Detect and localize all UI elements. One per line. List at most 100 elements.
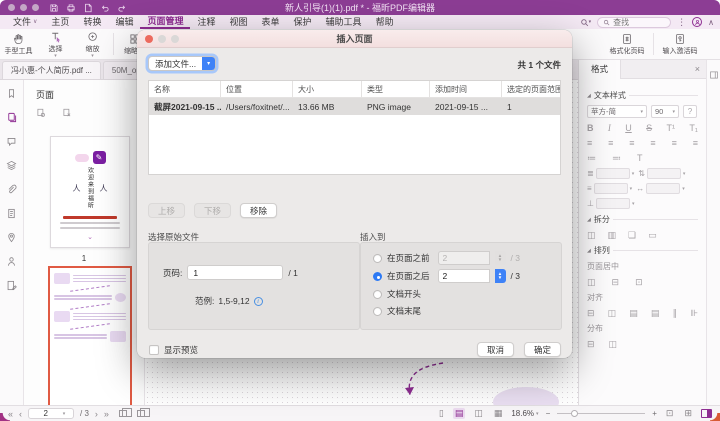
comments-icon[interactable] <box>6 136 17 147</box>
font-size-select[interactable]: 90▾ <box>651 105 679 118</box>
save-icon[interactable] <box>49 3 59 13</box>
after-page-stepper[interactable]: ▲▼ <box>495 269 506 283</box>
file-table-row-selected[interactable]: 截屏2021-09-15 ... /Users/foxitnet/... 13.… <box>149 98 560 115</box>
new-document-icon[interactable] <box>83 3 93 13</box>
col-location[interactable]: 位置 <box>221 81 293 97</box>
dialog-close-button[interactable] <box>145 35 153 43</box>
zoom-slider[interactable] <box>557 413 645 414</box>
distribute-horizontal-icon[interactable]: ◫ <box>609 339 618 349</box>
continuous-view-icon[interactable]: ▤ <box>453 408 466 419</box>
form-panel-icon[interactable] <box>6 280 17 291</box>
close-icon[interactable]: × <box>695 64 700 74</box>
ok-button[interactable]: 确定 <box>524 342 561 357</box>
radio-after-page[interactable] <box>373 272 382 281</box>
fullscreen-icon[interactable]: ⊞ <box>682 408 694 419</box>
facing-view-icon[interactable]: ◫ <box>472 408 485 419</box>
previous-page-icon[interactable]: ‹ <box>19 409 22 419</box>
page-1-thumbnail[interactable]: ✎ 人 欢迎来到福昕 人 ⌄ <box>50 136 130 248</box>
select-tool-button[interactable]: 选择 ▾ <box>37 29 74 59</box>
center-both-icon[interactable]: ⊡ <box>635 277 643 287</box>
page-range-input[interactable] <box>187 265 283 280</box>
redo-icon[interactable] <box>117 3 127 13</box>
single-page-view-icon[interactable]: ▯ <box>437 408 446 419</box>
undo-icon[interactable] <box>100 3 110 13</box>
last-page-icon[interactable]: » <box>104 409 109 419</box>
center-horizontal-icon[interactable]: ◫ <box>587 277 596 287</box>
move-up-button[interactable]: 上移 <box>148 203 185 218</box>
zoom-tool-button[interactable]: 缩放 ▾ <box>74 29 111 59</box>
align-obj-right-icon[interactable]: ⊪ <box>690 308 698 318</box>
select-tool-caret[interactable]: ▾ <box>54 55 57 58</box>
align-obj-left-icon[interactable]: ▤ <box>651 308 660 318</box>
center-vertical-icon[interactable]: ⊟ <box>612 277 620 287</box>
distribute-vertical-icon[interactable]: ⊟ <box>587 339 595 349</box>
indent-increase-icon[interactable]: ≡ <box>693 138 698 148</box>
zoom-window-button[interactable] <box>32 4 39 11</box>
menu-form[interactable]: 表单 <box>255 15 287 29</box>
zoom-in-icon[interactable]: + <box>652 409 657 418</box>
previous-view-icon[interactable] <box>119 410 127 417</box>
underline-icon[interactable]: U <box>625 123 632 133</box>
close-window-button[interactable] <box>8 4 15 11</box>
cancel-button[interactable]: 取消 <box>477 342 514 357</box>
menu-accessibility[interactable]: 辅助工具 <box>319 15 369 29</box>
col-size[interactable]: 大小 <box>293 81 362 97</box>
numbered-list-icon[interactable]: ≕ <box>612 153 621 163</box>
radio-before-page[interactable] <box>373 254 382 263</box>
align-left-icon[interactable]: ≡ <box>587 138 592 148</box>
remove-button[interactable]: 移除 <box>240 203 277 218</box>
align-right-icon[interactable]: ≡ <box>629 138 634 148</box>
page-settings-icon[interactable] <box>62 108 72 118</box>
info-icon[interactable]: i <box>254 297 263 306</box>
merge-icon[interactable]: ▭ <box>648 230 657 240</box>
format-panel-tab[interactable]: 格式 <box>579 60 621 79</box>
page-2-thumbnail-selected[interactable] <box>48 266 132 405</box>
zoom-level-dropdown[interactable]: 18.6%▾ <box>511 409 538 418</box>
after-page-input[interactable] <box>438 269 490 283</box>
paragraph-spacing-input[interactable]: ⇅▾ <box>638 168 685 179</box>
bullet-list-icon[interactable]: ≔ <box>587 153 596 163</box>
align-top-icon[interactable]: ⊟ <box>587 308 595 318</box>
add-file-button[interactable]: 添加文件... ▾ <box>148 56 216 71</box>
menu-edit[interactable]: 编辑 <box>108 15 140 29</box>
align-justify-icon[interactable]: ≡ <box>650 138 655 148</box>
col-type[interactable]: 类型 <box>362 81 430 97</box>
strikethrough-icon[interactable]: S <box>646 123 652 133</box>
print-icon[interactable] <box>66 3 76 13</box>
char-spacing-input[interactable]: ≡▾ <box>587 183 632 194</box>
page-options-icon[interactable] <box>36 108 46 118</box>
panel-toggle-icon[interactable] <box>709 70 719 405</box>
split-section-header[interactable]: ◢拆分 <box>587 214 698 225</box>
radio-document-end[interactable] <box>373 307 382 316</box>
line-spacing-input[interactable]: ≣▾ <box>587 168 634 179</box>
split-horizontal-icon[interactable]: ▥ <box>608 230 617 240</box>
menu-protect[interactable]: 保护 <box>287 15 319 29</box>
doc-tab-resume[interactable]: 冯小惠-个人简历.pdf ... <box>2 61 101 79</box>
move-down-button[interactable]: 下移 <box>194 203 231 218</box>
align-center-icon[interactable]: ≡ <box>608 138 613 148</box>
page-thumbnails-icon[interactable] <box>6 112 17 123</box>
text-style-section-header[interactable]: ◢文本样式 <box>587 90 698 101</box>
search-settings-icon[interactable]: ▾ <box>580 18 592 27</box>
next-page-icon[interactable]: › <box>95 409 98 419</box>
align-obj-center-icon[interactable]: ∥ <box>673 308 678 318</box>
signatures-icon[interactable] <box>6 256 17 267</box>
zoom-out-icon[interactable]: − <box>546 409 551 418</box>
menu-help[interactable]: 帮助 <box>369 15 401 29</box>
align-middle-icon[interactable]: ◫ <box>608 308 617 318</box>
font-help-button[interactable]: ? <box>683 105 697 118</box>
zoom-tool-caret[interactable]: ▾ <box>91 55 94 58</box>
next-view-icon[interactable] <box>137 410 145 417</box>
col-added-time[interactable]: 添加时间 <box>430 81 502 97</box>
page-number-input[interactable] <box>37 409 55 418</box>
superscript-icon[interactable]: T¹ <box>667 123 676 133</box>
split-custom-icon[interactable]: ❏ <box>628 230 636 240</box>
italic-icon[interactable]: I <box>608 123 611 133</box>
col-page-range[interactable]: 选定的页面范围 <box>502 81 560 97</box>
h-scale-input[interactable]: ↔▾ <box>636 183 685 194</box>
zoom-slider-knob[interactable] <box>571 410 578 417</box>
activation-code-button[interactable]: 输入激活码 <box>656 29 704 59</box>
add-file-dropdown-caret[interactable]: ▾ <box>202 57 215 70</box>
menu-comment[interactable]: 注释 <box>190 15 222 29</box>
show-preview-checkbox[interactable] <box>149 345 159 355</box>
